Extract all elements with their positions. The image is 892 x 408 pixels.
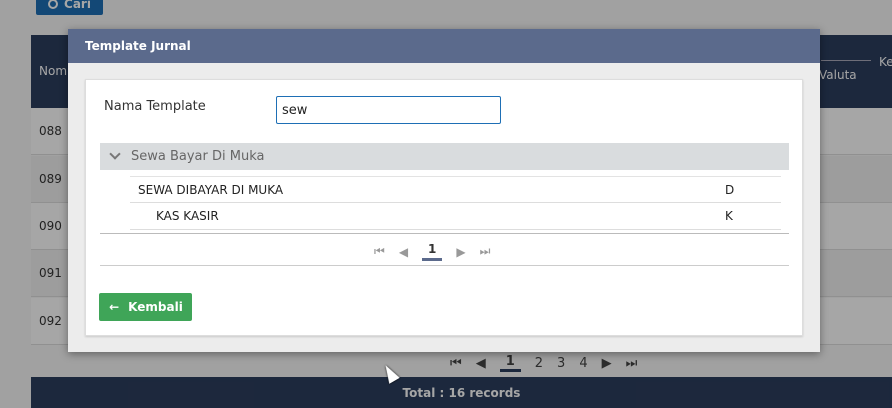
- template-name-input[interactable]: [276, 96, 501, 124]
- first-page-icon[interactable]: ⏮: [374, 244, 385, 259]
- dialog-title: Template Jurnal: [68, 29, 820, 63]
- entry-name: KAS KASIR: [156, 209, 219, 223]
- last-page-icon[interactable]: ⏭: [480, 244, 491, 259]
- entry-name: SEWA DIBAYAR DI MUKA: [138, 183, 284, 197]
- current-page[interactable]: 1: [422, 242, 443, 261]
- template-jurnal-dialog: Template Jurnal Nama Template Sewa Bayar…: [68, 29, 820, 352]
- prev-page-icon[interactable]: ◀: [399, 245, 408, 259]
- dialog-panel: Nama Template Sewa Bayar Di Muka SEWA DI…: [85, 79, 803, 336]
- chevron-down-icon[interactable]: [109, 148, 121, 160]
- entry-type: D: [725, 183, 735, 197]
- entry-type: K: [725, 209, 733, 223]
- group-row-sewa[interactable]: Sewa Bayar Di Muka: [100, 143, 789, 170]
- dialog-pager: ⏮ ◀ 1 ▶ ⏭: [374, 242, 490, 261]
- list-item[interactable]: KAS KASIR K: [130, 203, 781, 230]
- next-page-icon[interactable]: ▶: [456, 245, 465, 259]
- back-button[interactable]: ← Kembali: [99, 293, 192, 321]
- divider: [100, 265, 789, 266]
- back-button-label: Kembali: [128, 300, 183, 314]
- template-name-label: Nama Template: [104, 99, 206, 114]
- template-entries: SEWA DIBAYAR DI MUKA D KAS KASIR K: [130, 176, 781, 230]
- list-item[interactable]: SEWA DIBAYAR DI MUKA D: [130, 176, 781, 203]
- arrow-left-icon: ←: [109, 300, 120, 314]
- group-label: Sewa Bayar Di Muka: [131, 149, 265, 164]
- grid-divider: [100, 233, 789, 234]
